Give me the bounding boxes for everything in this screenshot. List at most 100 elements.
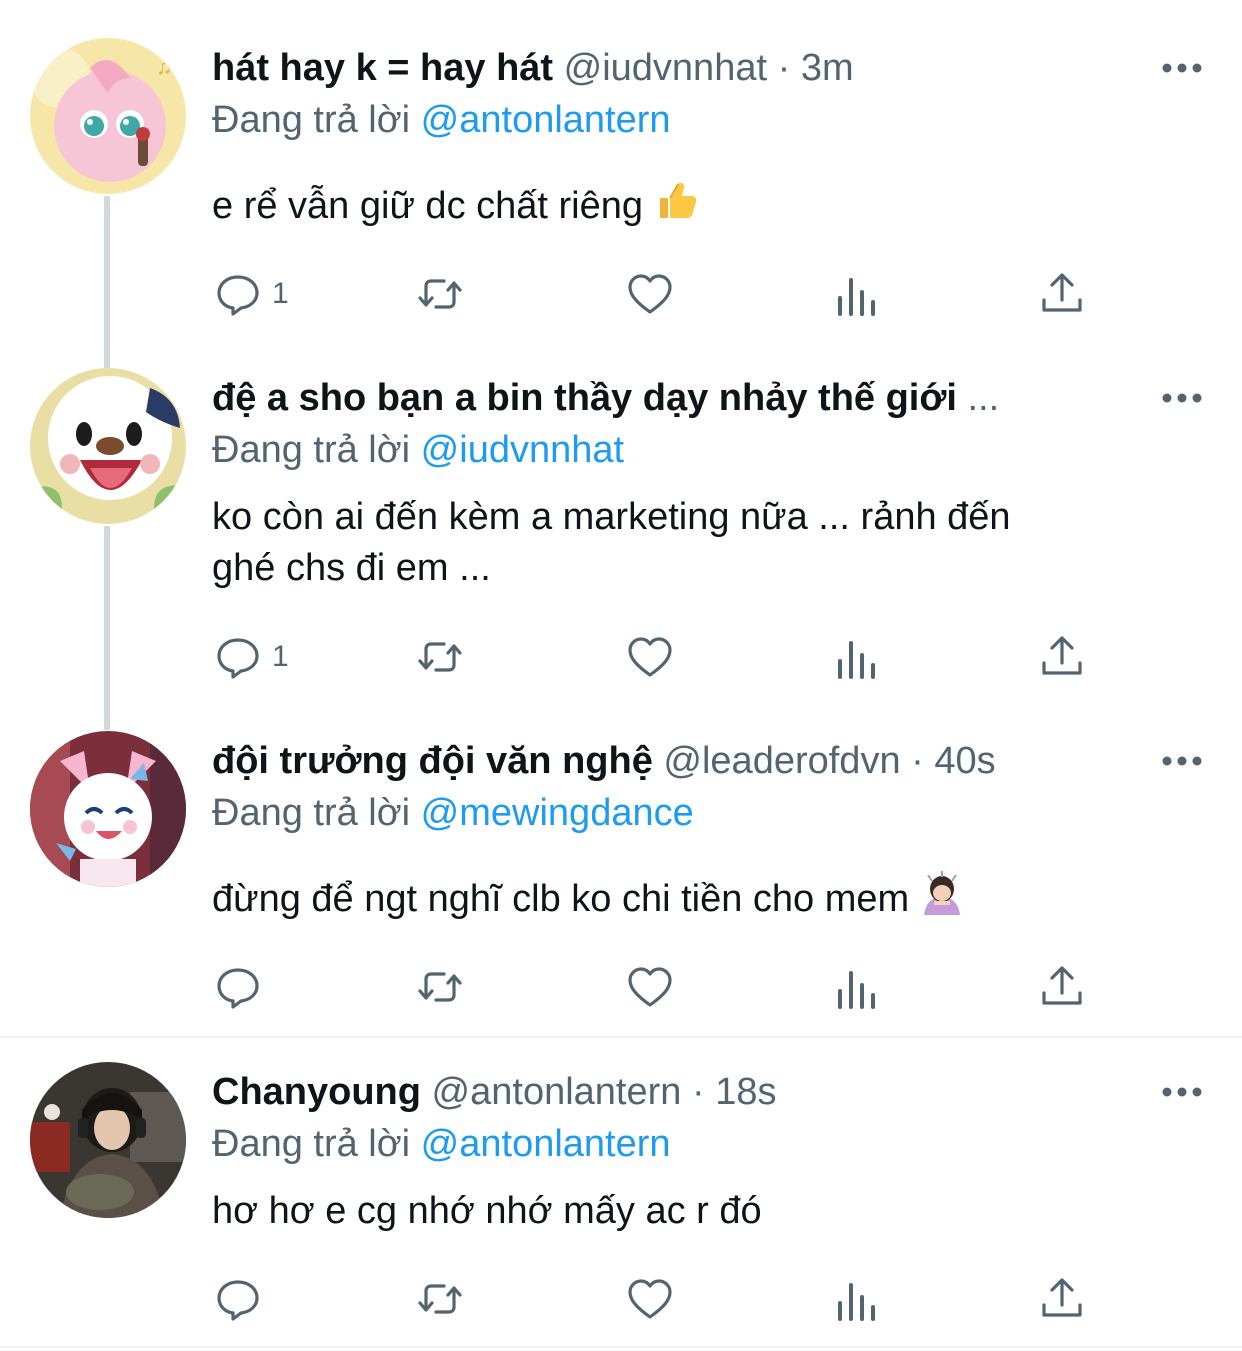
separator-dot: ·	[911, 740, 924, 782]
tweet-actions: 1	[0, 264, 1242, 324]
share-icon	[1042, 636, 1082, 675]
replying-to-label: Đang trả lời	[212, 1123, 411, 1165]
more-options-button[interactable]	[1152, 46, 1212, 90]
views-button[interactable]	[832, 1269, 880, 1329]
share-button[interactable]	[1038, 1269, 1086, 1329]
separator-dot: ·	[777, 47, 791, 89]
tweet-header: đội trưởng đội văn nghệ @leaderofdvn · 4…	[212, 731, 1122, 791]
display-name[interactable]: Chanyoung	[212, 1071, 421, 1113]
reply-icon	[217, 1280, 259, 1321]
like-icon	[628, 637, 672, 677]
tweet-text-line: ghé chs đi em ...	[212, 547, 491, 589]
retweet-icon	[418, 642, 462, 672]
more-icon	[1162, 63, 1202, 73]
views-icon	[838, 971, 875, 1009]
like-button[interactable]	[626, 627, 674, 687]
retweet-icon	[418, 1284, 462, 1314]
more-icon	[1162, 756, 1202, 766]
retweet-button[interactable]	[416, 957, 464, 1017]
replying-to: Đang trả lời @iudvnnhat	[212, 420, 624, 480]
tweet-header: hát hay k = hay hát @iudvnnhat · 3m	[212, 38, 1122, 98]
timestamp[interactable]: 3m	[801, 47, 854, 89]
avatar-oshawott[interactable]	[30, 368, 186, 524]
timestamp[interactable]: 40s	[934, 740, 995, 782]
tweet-header: Chanyoung @antonlantern · 18s	[212, 1062, 1122, 1122]
user-handle[interactable]: @leaderofdvn	[663, 740, 900, 782]
reply-button[interactable]	[214, 957, 272, 1017]
avatar-jigglypuff[interactable]: ♪ ♫	[30, 38, 186, 194]
tweet-text: ko còn ai đến kèm a marketing nữa ... rả…	[212, 492, 1172, 594]
reply-icon	[217, 275, 259, 316]
tweet-text: e rể vẫn giữ dc chất riêng	[212, 178, 1172, 236]
separator-dot: ·	[691, 1071, 705, 1113]
reply-count: 1	[272, 640, 289, 673]
views-icon	[838, 641, 875, 679]
share-icon	[1042, 966, 1082, 1005]
like-icon	[628, 967, 672, 1007]
timestamp[interactable]: 18s	[715, 1071, 776, 1113]
display-name[interactable]: đệ a sho bạn a bin thầy dạy nhảy thế giớ…	[212, 377, 957, 419]
display-name[interactable]: hát hay k = hay hát	[212, 47, 553, 89]
retweet-button[interactable]	[416, 627, 464, 687]
like-button[interactable]	[626, 957, 674, 1017]
tweet-text-line: hơ hơ e cg nhớ nhớ mấy ac r đó	[212, 1190, 762, 1232]
views-icon	[838, 1283, 875, 1321]
reply-icon	[217, 638, 259, 679]
mention-link[interactable]: @mewingdance	[421, 792, 694, 834]
more-options-button[interactable]	[1152, 1070, 1212, 1114]
tweet-divider	[0, 1346, 1242, 1348]
avatar-sylveon[interactable]	[30, 731, 186, 887]
more-options-button[interactable]	[1152, 739, 1212, 783]
mention-link[interactable]: @antonlantern	[421, 99, 671, 141]
user-handle[interactable]: @antonlantern	[432, 1071, 682, 1113]
replying-to-label: Đang trả lời	[212, 429, 411, 471]
views-icon	[838, 278, 875, 316]
like-button[interactable]	[626, 264, 674, 324]
tweet-header: đệ a sho bạn a bin thầy dạy nhảy thế giớ…	[212, 368, 1122, 428]
tweet-text: hơ hơ e cg nhớ nhớ mấy ac r đó	[212, 1186, 1172, 1237]
reply-button[interactable]: 1	[214, 264, 289, 324]
tweet-text-line: đừng để ngt nghĩ clb ko chi tiền cho mem	[212, 878, 910, 920]
more-icon	[1162, 1087, 1202, 1097]
avatar-chanyoung[interactable]	[30, 1062, 186, 1218]
name-truncation: ...	[967, 377, 1000, 419]
svg-text:♫: ♫	[156, 54, 173, 79]
tweet-divider	[0, 1036, 1242, 1038]
like-button[interactable]	[626, 1269, 674, 1329]
thumbs-up-emoji	[654, 178, 698, 236]
reply-button[interactable]: 1	[214, 627, 289, 687]
views-button[interactable]	[832, 627, 880, 687]
mention-link[interactable]: @iudvnnhat	[421, 429, 624, 471]
share-button[interactable]	[1038, 264, 1086, 324]
replying-to-label: Đang trả lời	[212, 99, 411, 141]
like-icon	[628, 1279, 672, 1319]
tweet-actions	[0, 1269, 1242, 1329]
tweet-text: đừng để ngt nghĩ clb ko chi tiền cho mem	[212, 871, 1172, 929]
replying-to: Đang trả lời @antonlantern	[212, 90, 671, 150]
reply-button[interactable]	[214, 1269, 272, 1329]
views-button[interactable]	[832, 957, 880, 1017]
tweet-actions: 1	[0, 627, 1242, 687]
tweet-text-line: e rể vẫn giữ dc chất riêng	[212, 185, 644, 227]
share-button[interactable]	[1038, 627, 1086, 687]
retweet-button[interactable]	[416, 264, 464, 324]
oshawott-avatar-image	[30, 368, 186, 524]
user-handle[interactable]: @iudvnnhat	[564, 47, 767, 89]
share-button[interactable]	[1038, 957, 1086, 1017]
replying-to-label: Đang trả lời	[212, 792, 411, 834]
tweet-text-line: ko còn ai đến kèm a marketing nữa ... rả…	[212, 496, 1011, 538]
replying-to: Đang trả lời @antonlantern	[212, 1114, 671, 1174]
more-options-button[interactable]	[1152, 376, 1212, 420]
retweet-button[interactable]	[416, 1269, 464, 1329]
views-button[interactable]	[832, 264, 880, 324]
tweet-actions	[0, 957, 1242, 1017]
share-icon	[1042, 273, 1082, 312]
more-icon	[1162, 393, 1202, 403]
retweet-icon	[418, 279, 462, 309]
reply-count: 1	[272, 277, 289, 310]
display-name[interactable]: đội trưởng đội văn nghệ	[212, 740, 653, 782]
replying-to: Đang trả lời @mewingdance	[212, 783, 694, 843]
mention-link[interactable]: @antonlantern	[421, 1123, 671, 1165]
person-bowing-emoji	[920, 871, 964, 929]
jigglypuff-avatar-image: ♪ ♫	[30, 38, 186, 194]
